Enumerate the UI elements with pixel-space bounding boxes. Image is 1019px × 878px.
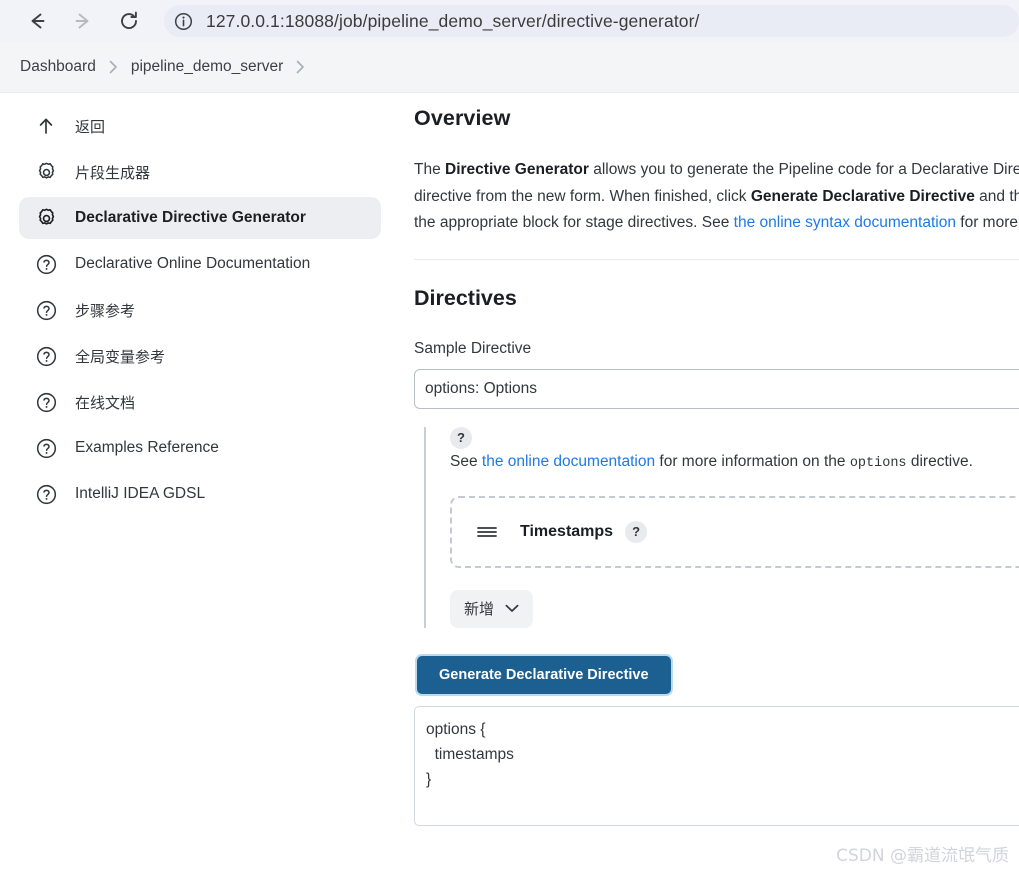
sidebar-item-label: Declarative Directive Generator <box>75 209 306 226</box>
sidebar-item-back[interactable]: 返回 <box>19 105 381 147</box>
timestamps-card-title: Timestamps <box>520 522 614 540</box>
help-icon[interactable]: ? <box>625 520 648 543</box>
sidebar-item-online-documentation[interactable]: 在线文档 <box>19 381 381 423</box>
page-title: Overview <box>414 106 511 130</box>
help-text: See the online documentation for more in… <box>450 450 1019 476</box>
sidebar-item-label: 片段生成器 <box>75 163 151 182</box>
overview-bold-directive-generator: Directive Generator <box>445 161 589 178</box>
add-button-label: 新增 <box>464 600 495 618</box>
sidebar-item-intellij-idea-gdsl[interactable]: IntelliJ IDEA GDSL <box>19 473 381 515</box>
up-arrow-icon <box>31 111 61 141</box>
chevron-right-icon <box>296 60 305 74</box>
help-text-part3: directive. <box>906 452 973 470</box>
directives-heading: Directives <box>414 285 517 310</box>
reload-icon[interactable] <box>114 6 144 36</box>
question-circle-icon <box>31 295 61 325</box>
sidebar-item-label: 在线文档 <box>75 393 136 412</box>
help-icon[interactable]: ? <box>450 426 472 449</box>
online-syntax-documentation-link[interactable]: the online syntax documentation <box>734 214 956 231</box>
browser-toolbar: 127.0.0.1:18088/job/pipeline_demo_server… <box>0 0 1019 42</box>
breadcrumb-item-job[interactable]: pipeline_demo_server <box>131 58 284 76</box>
question-circle-icon <box>31 479 61 509</box>
overview-bold-declarative-directive: Generate Declarative Directive <box>750 187 975 205</box>
sidebar-item-global-variable-reference[interactable]: 全局变量参考 <box>19 335 381 377</box>
overview-paragraph: The Directive Generator allows you to ge… <box>414 157 1019 237</box>
question-circle-icon <box>31 341 61 371</box>
section-divider <box>414 258 1019 260</box>
overview-text-part4: for more information. <box>960 214 1019 231</box>
help-badge-row: ? <box>450 426 1019 449</box>
generated-code-output[interactable]: options { timestamps } <box>414 705 1019 826</box>
sample-directive-select[interactable]: options: Options <box>414 368 1019 409</box>
sidebar-item-snippet-generator[interactable]: 片段生成器 <box>19 151 381 193</box>
question-circle-icon <box>31 433 61 463</box>
info-circle-icon[interactable] <box>170 8 196 34</box>
watermark: CSDN @霸道流氓气质 <box>836 846 1009 866</box>
back-arrow-icon[interactable] <box>22 6 52 36</box>
overview-text-part1: The <box>414 161 446 178</box>
help-text-part2: for more information on the <box>655 452 850 470</box>
online-documentation-link[interactable]: the online documentation <box>482 453 655 470</box>
sidebar-item-steps-reference[interactable]: 步骤参考 <box>19 289 381 331</box>
sidebar-item-label: 返回 <box>75 117 106 136</box>
inline-code-options: options <box>849 455 907 471</box>
gear-icon <box>31 203 61 233</box>
address-bar[interactable]: 127.0.0.1:18088/job/pipeline_demo_server… <box>164 5 1019 37</box>
gear-icon <box>31 157 61 187</box>
question-circle-icon <box>31 387 61 417</box>
url-text: 127.0.0.1:18088/job/pipeline_demo_server… <box>206 10 700 31</box>
main-content: Overview The Directive Generator allows … <box>400 93 1019 878</box>
sidebar-item-label: IntelliJ IDEA GDSL <box>75 485 206 502</box>
breadcrumb: Dashboard pipeline_demo_server <box>0 42 1019 93</box>
add-directive-button[interactable]: 新增 <box>450 589 534 628</box>
sidebar-item-label: 步骤参考 <box>75 301 136 320</box>
sidebar-item-declarative-online-documentation[interactable]: Declarative Online Documentation <box>19 243 381 285</box>
sidebar-item-label: 全局变量参考 <box>75 347 166 366</box>
timestamps-directive-card[interactable]: Timestamps ? <box>450 495 1019 568</box>
chevron-right-icon <box>109 60 118 74</box>
sidebar-item-label: Examples Reference <box>75 439 219 456</box>
breadcrumb-item-dashboard[interactable]: Dashboard <box>20 58 96 76</box>
help-text-part1: See <box>450 452 482 470</box>
directive-nested-section: ? See the online documentation for more … <box>424 426 1019 628</box>
sidebar-item-declarative-directive-generator[interactable]: Declarative Directive Generator <box>19 197 381 239</box>
generate-declarative-directive-button[interactable]: Generate Declarative Directive <box>415 653 673 696</box>
drag-handle-icon[interactable] <box>476 524 498 540</box>
question-circle-icon <box>31 249 61 279</box>
forward-arrow-icon <box>68 6 98 36</box>
chevron-down-icon <box>505 601 519 616</box>
sidebar-item-examples-reference[interactable]: Examples Reference <box>19 427 381 469</box>
sample-directive-label: Sample Directive <box>414 339 532 357</box>
sidebar: 返回 片段生成器 Declarative Directive Generator <box>0 93 400 878</box>
sidebar-item-label: Declarative Online Documentation <box>75 255 311 272</box>
